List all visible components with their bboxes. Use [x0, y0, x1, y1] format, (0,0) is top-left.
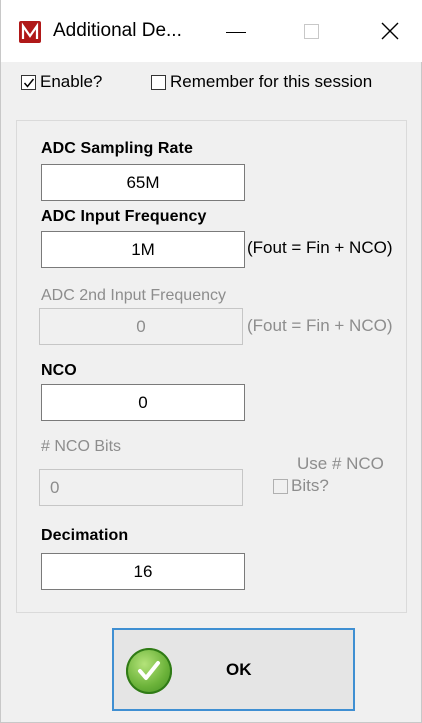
remember-session-checkbox[interactable]: Remember for this session	[151, 68, 372, 96]
adc-input-frequency-label: ADC Input Frequency	[41, 208, 207, 225]
nco-label: NCO	[41, 362, 77, 379]
use-nco-bits-label-line2: Bits?	[291, 476, 329, 495]
decimation-label: Decimation	[41, 527, 129, 544]
enable-checkbox[interactable]: Enable?	[21, 68, 102, 96]
dialog-window: Additional De... Enable? Remember for th…	[0, 0, 422, 723]
remember-checkbox-box[interactable]	[151, 74, 166, 90]
adc-2nd-input-frequency-note: (Fout = Fin + NCO)	[247, 316, 393, 335]
nco-bits-input: 0	[39, 469, 243, 506]
nco-bits-label: # NCO Bits	[41, 438, 122, 455]
adc-sampling-rate-input[interactable]: 65M	[41, 164, 245, 201]
enable-label: Enable?	[40, 72, 103, 91]
use-nco-bits-label-line1: Use # NCO	[297, 454, 384, 473]
ok-button[interactable]: OK	[112, 628, 355, 711]
decimation-input[interactable]: 16	[41, 553, 245, 590]
close-button[interactable]	[367, 14, 413, 50]
adc-sampling-rate-label: ADC Sampling Rate	[41, 140, 193, 157]
checkmark-circle-icon	[126, 648, 172, 694]
window-title: Additional De...	[53, 20, 182, 41]
adc-2nd-input-frequency-label: ADC 2nd Input Frequency	[41, 287, 226, 304]
maximize-button[interactable]	[290, 14, 336, 50]
nco-input[interactable]: 0	[41, 384, 245, 421]
checkmark-icon	[23, 78, 35, 88]
remember-label: Remember for this session	[170, 72, 373, 91]
minimize-button[interactable]	[215, 14, 261, 50]
adc-input-frequency-note: (Fout = Fin + NCO)	[247, 238, 393, 257]
adc-2nd-input-frequency-input: 0	[39, 308, 243, 345]
app-logo-icon	[19, 21, 41, 43]
close-icon	[381, 22, 399, 40]
adc-input-frequency-input[interactable]: 1M	[41, 231, 245, 268]
title-bar[interactable]: Additional De...	[1, 0, 422, 62]
use-nco-bits-checkbox: Use # NCO Bits?	[273, 454, 403, 510]
enable-checkbox-box[interactable]	[21, 74, 36, 90]
use-nco-bits-checkbox-box	[273, 479, 288, 494]
ok-label: OK	[226, 660, 252, 679]
